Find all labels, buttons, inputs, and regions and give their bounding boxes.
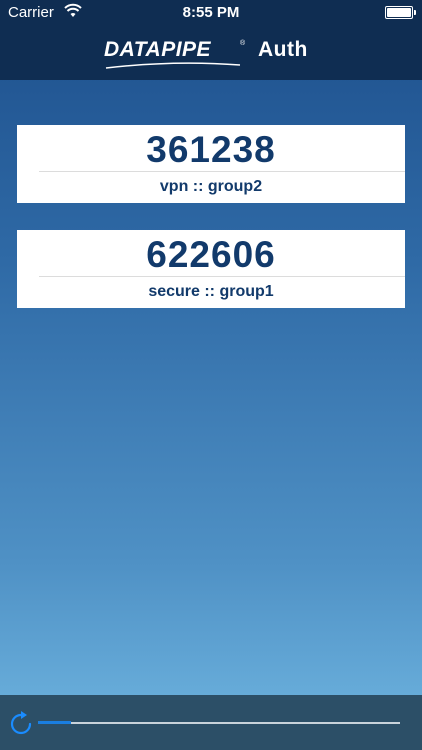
logo-trademark: ® — [240, 40, 246, 47]
token-label: secure :: group1 — [148, 283, 274, 300]
token-card[interactable]: 361238 vpn :: group2 — [17, 125, 405, 203]
page-title: Auth — [258, 38, 308, 61]
battery-icon — [385, 6, 416, 19]
logo-swoosh — [105, 62, 241, 69]
status-bar: Carrier 8:55 PM — [0, 0, 422, 24]
progress-track — [38, 722, 400, 724]
card-divider — [39, 276, 405, 277]
navigation-bar: DATAPIPE ® Auth — [0, 24, 422, 80]
bottom-toolbar — [0, 695, 422, 750]
refresh-icon[interactable] — [8, 711, 34, 737]
datapipe-logo: DATAPIPE ® — [104, 38, 246, 70]
token-label: vpn :: group2 — [159, 178, 263, 195]
logo-text: DATAPIPE — [104, 38, 212, 61]
token-code: 361238 — [146, 129, 276, 170]
card-divider — [39, 171, 405, 172]
countdown-progress — [38, 721, 71, 724]
status-time: 8:55 PM — [182, 4, 240, 21]
token-card[interactable]: 622606 secure :: group1 — [17, 230, 405, 308]
token-code: 622606 — [146, 234, 276, 275]
